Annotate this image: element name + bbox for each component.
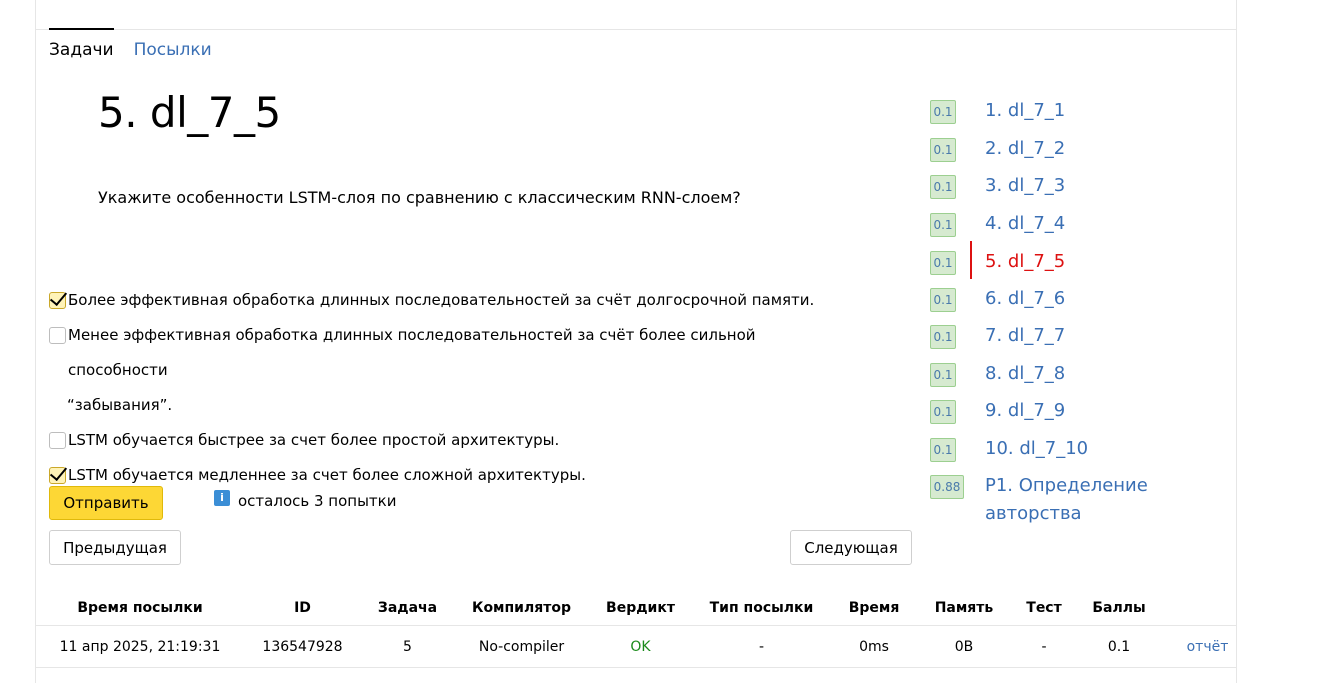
score-badge: 0.1 bbox=[930, 325, 956, 349]
problem-link[interactable]: 6. dl_7_6 bbox=[985, 285, 1065, 313]
problem-link-line1: P1. Определение bbox=[985, 475, 1148, 496]
col-header: Время bbox=[848, 599, 900, 616]
col-header: Время посылки bbox=[77, 599, 203, 616]
cell-id: 136547928 bbox=[262, 638, 343, 655]
cell-points: 0.1 bbox=[1107, 638, 1131, 655]
problem-link[interactable]: 7. dl_7_7 bbox=[985, 322, 1065, 350]
problem-link[interactable]: 5. dl_7_5 bbox=[985, 248, 1065, 276]
score-badge: 0.1 bbox=[930, 400, 956, 424]
answer-options: Более эффективная обработка длинных посл… bbox=[49, 283, 849, 493]
option-4[interactable]: LSTM обучается медленнее за счет более с… bbox=[49, 458, 849, 493]
col-header: Тест bbox=[1026, 599, 1062, 616]
problem-link[interactable]: 3. dl_7_3 bbox=[985, 172, 1065, 200]
option-1-checkbox[interactable] bbox=[49, 292, 66, 309]
problem-link[interactable]: 8. dl_7_8 bbox=[985, 360, 1065, 388]
option-2[interactable]: Менее эффективная обработка длинных посл… bbox=[49, 318, 849, 388]
next-button[interactable]: Следующая bbox=[790, 530, 912, 565]
problem-item-p1[interactable]: 0.88 P1. Определение авторства bbox=[930, 475, 1148, 528]
option-4-checkbox[interactable] bbox=[49, 467, 66, 484]
submissions-table: Время посылки ID Задача Компилятор Верди… bbox=[35, 590, 1237, 668]
score-badge: 0.1 bbox=[930, 213, 956, 237]
cell-type: - bbox=[758, 638, 765, 655]
option-1[interactable]: Более эффективная обработка длинных посл… bbox=[49, 283, 849, 318]
info-icon: i bbox=[214, 490, 230, 506]
table-header: Время посылки ID Задача Компилятор Верди… bbox=[35, 590, 1237, 626]
problem-link[interactable]: P1. Определение авторства bbox=[985, 472, 1148, 528]
option-2-label: Менее эффективная обработка длинных посл… bbox=[68, 318, 849, 388]
previous-button[interactable]: Предыдущая bbox=[49, 530, 181, 565]
score-badge: 0.1 bbox=[930, 251, 956, 275]
problem-question: Укажите особенности LSTM-слоя по сравнен… bbox=[98, 188, 741, 207]
cell-time: 11 апр 2025, 21:19:31 bbox=[59, 638, 221, 655]
col-header: Тип посылки bbox=[709, 599, 814, 616]
col-header: Баллы bbox=[1092, 599, 1146, 616]
score-badge: 0.1 bbox=[930, 100, 956, 124]
problem-title: 5. dl_7_5 bbox=[98, 88, 281, 137]
problem-item-4[interactable]: 0.1 4. dl_7_4 bbox=[930, 213, 1065, 238]
option-4-label: LSTM обучается медленнее за счет более с… bbox=[68, 466, 586, 484]
problem-item-10[interactable]: 0.1 10. dl_7_10 bbox=[930, 438, 1088, 463]
tab-tasks[interactable]: Задачи bbox=[49, 28, 114, 61]
cell-compiler: No-compiler bbox=[478, 638, 565, 655]
problem-item-3[interactable]: 0.1 3. dl_7_3 bbox=[930, 175, 1065, 200]
attempts-text: осталось 3 попытки bbox=[238, 492, 397, 510]
option-2-label-line2: “забывания”. bbox=[67, 396, 173, 414]
problem-item-5[interactable]: 0.1 5. dl_7_5 bbox=[930, 241, 1065, 279]
problem-item-6[interactable]: 0.1 6. dl_7_6 bbox=[930, 288, 1065, 313]
cell-runtime: 0ms bbox=[859, 638, 889, 655]
score-badge: 0.1 bbox=[930, 138, 956, 162]
option-2-checkbox[interactable] bbox=[49, 327, 66, 344]
cell-test: - bbox=[1041, 638, 1047, 655]
current-marker bbox=[970, 241, 972, 279]
problem-link[interactable]: 9. dl_7_9 bbox=[985, 397, 1065, 425]
option-2-label-line1: Менее эффективная обработка длинных посл… bbox=[68, 326, 756, 379]
tab-submissions[interactable]: Посылки bbox=[134, 28, 212, 61]
col-header: Вердикт bbox=[606, 599, 675, 616]
score-badge: 0.88 bbox=[930, 475, 964, 499]
problem-item-7[interactable]: 0.1 7. dl_7_7 bbox=[930, 325, 1065, 350]
page: Задачи Посылки 5. dl_7_5 Укажите особенн… bbox=[0, 0, 1324, 683]
score-badge: 0.1 bbox=[930, 175, 956, 199]
problem-link-line2: авторства bbox=[985, 503, 1082, 524]
col-header: Задача bbox=[377, 599, 438, 616]
problem-link[interactable]: 4. dl_7_4 bbox=[985, 210, 1065, 238]
problem-link[interactable]: 10. dl_7_10 bbox=[985, 435, 1088, 463]
problem-item-2[interactable]: 0.1 2. dl_7_2 bbox=[930, 138, 1065, 163]
submit-button[interactable]: Отправить bbox=[49, 486, 163, 520]
divider bbox=[35, 29, 1237, 30]
cell-task: 5 bbox=[403, 638, 412, 655]
cell-memory: 0B bbox=[954, 638, 974, 655]
col-header: Компилятор bbox=[472, 599, 571, 616]
attempts-info: i осталось 3 попытки bbox=[214, 490, 397, 510]
tabs: Задачи Посылки bbox=[49, 28, 212, 61]
problem-item-9[interactable]: 0.1 9. dl_7_9 bbox=[930, 400, 1065, 425]
option-2-continuation: “забывания”. bbox=[49, 388, 849, 423]
option-1-label: Более эффективная обработка длинных посл… bbox=[68, 291, 815, 309]
cell-verdict: OK bbox=[630, 638, 651, 655]
table-row: 11 апр 2025, 21:19:31 136547928 5 No-com… bbox=[35, 626, 1237, 668]
problem-link[interactable]: 2. dl_7_2 bbox=[985, 135, 1065, 163]
option-3[interactable]: LSTM обучается быстрее за счет более про… bbox=[49, 423, 849, 458]
option-3-label: LSTM обучается быстрее за счет более про… bbox=[68, 431, 560, 449]
score-badge: 0.1 bbox=[930, 363, 956, 387]
report-link[interactable]: отчёт bbox=[1160, 639, 1255, 655]
col-header: ID bbox=[294, 599, 311, 616]
score-badge: 0.1 bbox=[930, 438, 956, 462]
score-badge: 0.1 bbox=[930, 288, 956, 312]
col-header: Память bbox=[934, 599, 994, 616]
problem-item-1[interactable]: 0.1 1. dl_7_1 bbox=[930, 100, 1065, 125]
problem-item-8[interactable]: 0.1 8. dl_7_8 bbox=[930, 363, 1065, 388]
option-3-checkbox[interactable] bbox=[49, 432, 66, 449]
problem-link[interactable]: 1. dl_7_1 bbox=[985, 97, 1065, 125]
